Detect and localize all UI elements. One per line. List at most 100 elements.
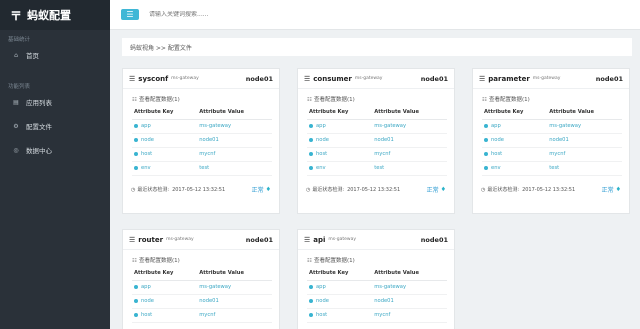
sidebar-item-label: 数据中心	[26, 147, 52, 155]
attribute-value: mycnf	[199, 308, 272, 323]
attribute-value: mycnf	[374, 147, 447, 162]
attribute-key: app	[316, 284, 326, 290]
attribute-key: host	[316, 151, 328, 157]
card-group: ms-gateway	[328, 237, 357, 242]
table-row: app ms-gateway	[482, 119, 622, 134]
card-node: node01	[245, 235, 273, 244]
view-config-label: 查看配置数据(1)	[138, 258, 180, 264]
view-config-link[interactable]: ☷ 查看配置数据(1)	[123, 250, 279, 266]
attribute-key: env	[491, 165, 501, 171]
view-config-label: 查看配置数据(1)	[313, 97, 355, 103]
attribute-value: mycnf	[374, 308, 447, 323]
list-icon: ☷	[482, 97, 487, 103]
table-row: app ms-gateway	[132, 280, 272, 295]
table-row: host mycnf	[132, 308, 272, 323]
status-ok[interactable]: 正常	[602, 185, 614, 194]
table-header: Attribute Key Attribute Value	[482, 105, 622, 120]
status-time: 2017-05-12 13:32:51	[347, 186, 401, 193]
status-dot-icon	[134, 137, 138, 142]
card-header: ☰ sysconf ms-gateway node01	[123, 69, 279, 89]
attribute-key: node	[141, 137, 154, 143]
globe-icon: ◎	[13, 146, 19, 154]
diamond-icon: ♦	[440, 186, 446, 193]
col-value-header: Attribute Value	[549, 105, 622, 120]
status-label: 最近状态检测:	[137, 187, 170, 193]
app-title: 蚂蚁配置	[27, 9, 72, 22]
view-config-link[interactable]: ☷ 查看配置数据(1)	[473, 89, 629, 105]
view-config-link[interactable]: ☷ 查看配置数据(1)	[123, 89, 279, 105]
status-dot-icon	[134, 123, 138, 128]
table-row: host mycnf	[307, 147, 447, 162]
list-icon: ☷	[307, 258, 312, 264]
status-time: 2017-05-12 13:32:51	[522, 186, 576, 193]
table-row: env test	[482, 161, 622, 176]
view-config-link[interactable]: ☷ 查看配置数据(1)	[298, 89, 454, 105]
clock-icon: ◷	[306, 186, 311, 193]
search-input[interactable]	[149, 11, 349, 18]
filter-icon: ☰	[304, 235, 311, 244]
table-row: node node01	[482, 133, 622, 148]
sidebar-item-home[interactable]: ⌂ 首页	[0, 43, 110, 67]
table-row: app ms-gateway	[132, 119, 272, 134]
table-header: Attribute Key Attribute Value	[132, 105, 272, 120]
attribute-table: Attribute Key Attribute Value app ms-gatewa…	[307, 266, 447, 323]
status-label: 最近状态检测:	[487, 187, 520, 193]
status-dot-icon	[309, 298, 313, 303]
card-header: ☰ consumer ms-gateway node01	[298, 69, 454, 89]
table-row: host mycnf	[132, 147, 272, 162]
status-dot-icon	[134, 284, 138, 289]
menu-toggle-button[interactable]: ☰	[121, 9, 139, 20]
attribute-value: ms-gateway	[549, 119, 622, 134]
app-brand[interactable]: 〒 蚂蚁配置	[0, 0, 110, 30]
attribute-value: ms-gateway	[374, 119, 447, 134]
attribute-key: node	[491, 137, 504, 143]
status-ok[interactable]: 正常	[427, 185, 439, 194]
attribute-key: node	[316, 298, 329, 304]
attribute-key: host	[141, 151, 153, 157]
attribute-value: node01	[199, 294, 272, 309]
card-title: sysconf	[138, 74, 169, 83]
card-node: node01	[245, 74, 273, 83]
table-header: Attribute Key Attribute Value	[132, 266, 272, 281]
filter-icon: ☰	[129, 74, 136, 83]
col-key-header: Attribute Key	[132, 266, 200, 281]
table-row: app ms-gateway	[307, 280, 447, 295]
sidebar-item-config[interactable]: ⚙ 配置文件	[0, 114, 110, 138]
sidebar-item-label: 首页	[26, 52, 39, 60]
status-dot-icon	[309, 151, 313, 156]
table-row: app ms-gateway	[307, 119, 447, 134]
status-dot-icon	[484, 165, 488, 170]
table-row: host mycnf	[307, 308, 447, 323]
card-group: ms-gateway	[354, 76, 383, 81]
view-config-label: 查看配置数据(1)	[488, 97, 530, 103]
view-config-label: 查看配置数据(1)	[313, 258, 355, 264]
sidebar-item-app-list[interactable]: ▤ 应用列表	[0, 90, 110, 114]
attribute-key: app	[141, 123, 151, 129]
table-row: node node01	[307, 294, 447, 309]
status-time: 2017-05-12 13:32:51	[172, 186, 226, 193]
card-title: parameter	[488, 74, 530, 83]
status-row: ◷ 最近状态检测: 2017-05-12 13:32:51 正常 ♦	[473, 185, 629, 195]
status-label: 最近状态检测:	[312, 187, 345, 193]
sidebar-item-datacenter[interactable]: ◎ 数据中心	[0, 138, 110, 162]
col-key-header: Attribute Key	[307, 105, 375, 120]
card-title: consumer	[313, 74, 352, 83]
status-dot-icon	[309, 284, 313, 289]
list-icon: ▤	[13, 98, 19, 106]
status-ok[interactable]: 正常	[252, 185, 264, 194]
card-node: node01	[595, 74, 623, 83]
list-icon: ☷	[132, 258, 137, 264]
card-group: ms-gateway	[532, 76, 561, 81]
breadcrumb: 蚂蚁视角 >> 配置文件	[122, 38, 632, 56]
attribute-value: node01	[549, 133, 622, 148]
attribute-value: ms-gateway	[199, 119, 272, 134]
view-config-link[interactable]: ☷ 查看配置数据(1)	[298, 250, 454, 266]
table-row: node node01	[307, 133, 447, 148]
status-dot-icon	[309, 137, 313, 142]
attribute-value: node01	[199, 133, 272, 148]
attribute-value: mycnf	[549, 147, 622, 162]
table-row: env test	[132, 161, 272, 176]
app-logo-icon: 〒	[10, 8, 23, 23]
col-key-header: Attribute Key	[307, 266, 375, 281]
status-dot-icon	[309, 123, 313, 128]
